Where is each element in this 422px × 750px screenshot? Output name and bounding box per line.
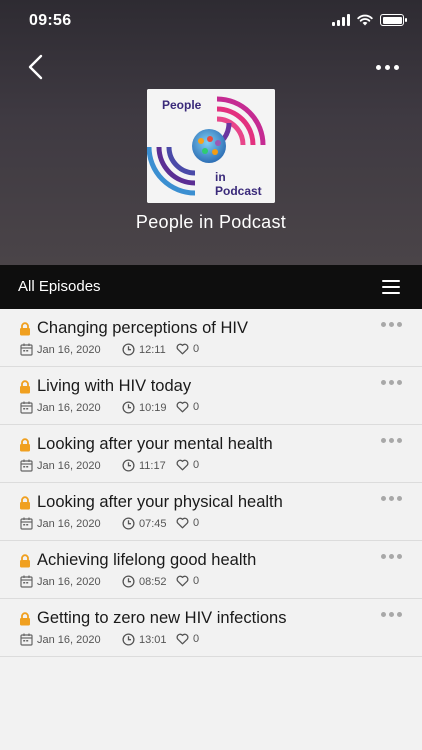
episode-title: Achieving lifelong good health: [37, 551, 257, 569]
lock-icon: [20, 438, 30, 452]
more-options-button[interactable]: [376, 57, 402, 77]
lock-icon: [20, 612, 30, 626]
clock-icon: [122, 575, 135, 588]
episode-duration: 13:01: [139, 633, 167, 646]
heart-icon: [176, 343, 189, 355]
calendar-icon: [20, 633, 33, 646]
episode-likes: 0: [193, 343, 200, 355]
hamburger-menu-icon: [382, 280, 400, 282]
clock-icon: [122, 459, 135, 472]
episode-title: Changing perceptions of HIV: [37, 319, 248, 337]
calendar-icon: [20, 517, 33, 530]
cover-text-podcast: Podcast: [215, 184, 262, 198]
episode-date: Jan 16, 2020: [37, 401, 101, 414]
battery-icon: [380, 14, 407, 26]
podcast-cover: People in Podcast: [147, 89, 275, 203]
episode-duration: 08:52: [139, 575, 167, 588]
heart-icon: [176, 459, 189, 471]
episode-more-button[interactable]: [381, 496, 402, 501]
status-icons: [332, 14, 407, 26]
calendar-icon: [20, 575, 33, 588]
episode-likes: 0: [193, 633, 200, 645]
episodes-menu-button[interactable]: [382, 280, 400, 294]
episode-date: Jan 16, 2020: [37, 459, 101, 472]
status-time: 09:56: [29, 12, 72, 29]
signal-icon: [332, 14, 350, 26]
clock-icon: [122, 343, 135, 356]
episodes-bar: All Episodes: [0, 265, 422, 309]
heart-icon: [176, 517, 189, 529]
lock-icon: [20, 554, 30, 568]
clock-icon: [122, 401, 135, 414]
episode-duration: 12:11: [139, 343, 166, 356]
episode-meta: Jan 16, 2020 08:52 0: [20, 575, 280, 589]
episode-likes: 0: [193, 575, 200, 587]
episode-row[interactable]: Living with HIV today Jan 16, 2020 10:19: [0, 367, 422, 425]
more-horizontal-icon: [376, 64, 381, 70]
calendar-icon: [20, 401, 33, 414]
episode-date: Jan 16, 2020: [37, 633, 101, 646]
lock-icon: [20, 322, 30, 336]
more-horizontal-icon: [381, 612, 386, 617]
podcast-logo: People in Podcast: [147, 89, 275, 203]
episode-row[interactable]: Changing perceptions of HIV Jan 16, 2020…: [0, 309, 422, 367]
episode-meta: Jan 16, 2020 13:01 0: [20, 633, 280, 647]
episode-row[interactable]: Looking after your mental health Jan 16,…: [0, 425, 422, 483]
lock-icon: [20, 380, 30, 394]
episode-title: Looking after your mental health: [37, 435, 273, 453]
episode-more-button[interactable]: [381, 380, 402, 385]
episode-more-button[interactable]: [381, 554, 402, 559]
clock-icon: [122, 633, 135, 646]
episode-duration: 11:17: [139, 459, 166, 472]
clock-icon: [122, 517, 135, 530]
episode-row[interactable]: Looking after your physical health Jan 1…: [0, 483, 422, 541]
episode-date: Jan 16, 2020: [37, 517, 101, 530]
cover-text-in: in: [215, 170, 226, 184]
episode-meta: Jan 16, 2020 10:19 0: [20, 401, 280, 415]
episode-more-button[interactable]: [381, 322, 402, 327]
calendar-icon: [20, 343, 33, 356]
more-horizontal-icon: [381, 322, 386, 327]
episode-likes: 0: [193, 401, 200, 413]
episode-more-button[interactable]: [381, 612, 402, 617]
episode-more-button[interactable]: [381, 438, 402, 443]
episode-row[interactable]: Getting to zero new HIV infections Jan 1…: [0, 599, 422, 657]
podcast-header: 09:56 People in Podcast People in Podcas…: [0, 0, 422, 265]
episode-duration: 07:45: [139, 517, 167, 530]
episode-date: Jan 16, 2020: [37, 343, 101, 356]
lock-icon: [20, 496, 30, 510]
more-horizontal-icon: [381, 438, 386, 443]
back-button[interactable]: [22, 52, 52, 82]
status-bar: 09:56: [0, 0, 422, 44]
episode-title: Getting to zero new HIV infections: [37, 609, 287, 627]
episode-title: Living with HIV today: [37, 377, 192, 395]
episode-date: Jan 16, 2020: [37, 575, 101, 588]
cover-text-people: People: [162, 98, 202, 112]
episode-likes: 0: [193, 459, 200, 471]
more-horizontal-icon: [381, 554, 386, 559]
episode-list: Changing perceptions of HIV Jan 16, 2020…: [0, 309, 422, 657]
episode-meta: Jan 16, 2020 12:11 0: [20, 343, 280, 357]
podcast-title: People in Podcast: [135, 212, 287, 232]
chevron-left-icon: [28, 54, 43, 80]
episode-row[interactable]: Achieving lifelong good health Jan 16, 2…: [0, 541, 422, 599]
episode-meta: Jan 16, 2020 07:45 0: [20, 517, 280, 531]
episode-title: Looking after your physical health: [37, 493, 283, 511]
wifi-icon: [357, 14, 373, 26]
episode-meta: Jan 16, 2020 11:17 0: [20, 459, 280, 473]
heart-icon: [176, 575, 189, 587]
episode-duration: 10:19: [139, 401, 167, 414]
more-horizontal-icon: [381, 496, 386, 501]
all-episodes-label: All Episodes: [18, 278, 101, 295]
episode-likes: 0: [193, 517, 200, 529]
calendar-icon: [20, 459, 33, 472]
heart-icon: [176, 401, 189, 413]
heart-icon: [176, 633, 189, 645]
more-horizontal-icon: [381, 380, 386, 385]
